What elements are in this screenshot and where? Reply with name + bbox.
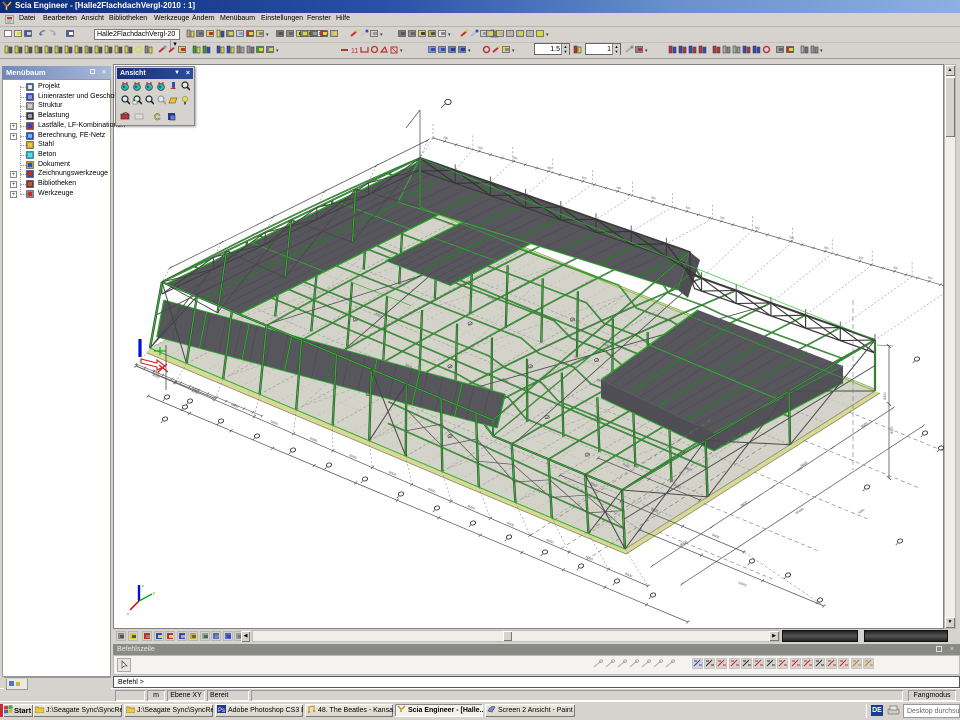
svg-text:38400: 38400 bbox=[794, 507, 804, 516]
svg-text:9000: 9000 bbox=[858, 507, 866, 514]
svg-text:500: 500 bbox=[581, 175, 587, 180]
svg-text:500: 500 bbox=[789, 235, 795, 240]
svg-text:500: 500 bbox=[616, 185, 622, 190]
svg-text:z: z bbox=[142, 584, 144, 588]
svg-text:8310: 8310 bbox=[890, 426, 894, 434]
svg-text:11: 11 bbox=[351, 48, 358, 54]
svg-text:Ps: Ps bbox=[218, 708, 225, 713]
svg-text:500: 500 bbox=[893, 265, 899, 270]
svg-text:C: C bbox=[154, 112, 161, 121]
svg-text:500: 500 bbox=[858, 255, 864, 260]
svg-text:500: 500 bbox=[547, 165, 553, 170]
svg-text:500: 500 bbox=[824, 245, 830, 250]
svg-text:500: 500 bbox=[651, 195, 657, 200]
svg-text:500: 500 bbox=[685, 205, 691, 210]
svg-text:500: 500 bbox=[478, 145, 484, 150]
svg-text:500: 500 bbox=[720, 215, 726, 220]
svg-text:9600: 9600 bbox=[860, 421, 869, 429]
svg-text:12000: 12000 bbox=[738, 581, 748, 588]
svg-text:y: y bbox=[153, 591, 155, 595]
svg-text:8400: 8400 bbox=[883, 392, 887, 400]
svg-text:x: x bbox=[127, 612, 129, 616]
svg-text:500: 500 bbox=[754, 225, 760, 230]
svg-text:9600: 9600 bbox=[740, 500, 749, 508]
svg-text:500: 500 bbox=[443, 135, 449, 140]
svg-text:500: 500 bbox=[927, 275, 933, 280]
